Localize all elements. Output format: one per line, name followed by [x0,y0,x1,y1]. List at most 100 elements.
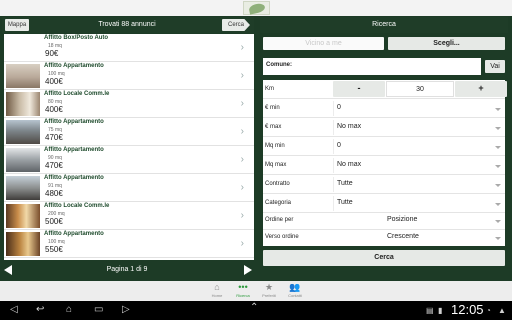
field-value: Crescente [387,233,419,240]
sort-order-select[interactable]: Verso ordine Crescente [263,230,505,246]
price-min-select[interactable]: € min 0 [263,99,505,118]
search-nav-button[interactable]: Cerca [222,19,250,31]
list-item[interactable]: Affitto Locale Comm.le 200 mq 500€ › [4,202,254,230]
listing-title: Affitto Appartamento [44,147,104,153]
listing-title: Affitto Appartamento [44,63,104,69]
field-value: Tutte [337,199,353,206]
list-item[interactable]: Affitto Appartamento 100 mq 550€ › [4,230,254,258]
listing-title: Affitto Appartamento [44,119,104,125]
field-value: No max [337,161,362,168]
volume-up-icon[interactable]: ▷ [122,304,130,315]
tab-ricerca[interactable]: ••• Ricerca [230,282,256,300]
search-filters-form: Km - 30 + € min 0 € max No max Mq min 0 … [263,80,507,246]
search-submit-button[interactable]: Cerca [263,250,505,266]
field-value: No max [337,123,362,130]
listing-price: 400€ [45,77,63,86]
near-me-button[interactable]: Vicino a me [263,37,384,50]
back-icon[interactable]: ↩ [36,304,44,315]
tab-label: Contatti [288,293,302,298]
listing-photo [6,36,40,60]
listing-photo [6,92,40,116]
dropdown-caret-icon [495,184,501,187]
signal-icon: ▲ [498,306,506,315]
km-row: Km - 30 + [263,80,507,99]
listing-price: 480€ [45,189,63,198]
km-decrease-button[interactable]: - [333,81,385,97]
listing-title: Affitto Locale Comm.le [44,203,110,209]
dropdown-caret-icon [495,108,501,111]
dots-icon: ••• [238,282,248,292]
choose-button[interactable]: Scegli... [388,37,505,50]
area-max-select[interactable]: Mq max No max [263,156,505,175]
dropdown-caret-icon [495,146,501,149]
pagination: Pagina 1 di 9 [2,262,254,278]
map-button[interactable]: Mappa [5,19,29,31]
chevron-right-icon: › [240,126,244,137]
field-label: Categoria [265,200,292,206]
listing-price: 470€ [45,161,63,170]
field-value: Tutte [337,180,353,187]
km-increase-button[interactable]: + [455,81,507,97]
list-item[interactable]: Affitto Appartamento 90 mq 470€ › [4,146,254,174]
search-panel-title: Ricerca [260,17,508,33]
tab-preferiti[interactable]: ★ Preferiti [256,282,282,300]
tab-label: Home [211,293,223,298]
tab-home[interactable]: ⌂ Home [204,282,230,300]
listing-photo [6,148,40,172]
chevron-right-icon: › [240,42,244,53]
chevron-right-icon: › [240,182,244,193]
wifi-icon: ◔ [486,306,491,315]
listing-photo [6,176,40,200]
listing-title: Affitto Locale Comm.le [44,91,110,97]
tab-label: Preferiti [262,293,276,298]
listing-photo [6,64,40,88]
listing-photo [6,204,40,228]
listing-title: Affitto Box/Posto Auto [44,35,109,41]
go-button[interactable]: Vai [485,60,505,73]
list-item[interactable]: Affitto Locale Comm.le 80 mq 400€ › [4,90,254,118]
dropdown-caret-icon [495,220,501,223]
field-value: Posizione [387,216,418,223]
listing-price: 500€ [45,217,63,226]
area-min-select[interactable]: Mq min 0 [263,137,505,156]
people-icon: 👥 [289,282,301,292]
field-label: Contratto [265,181,290,187]
volume-down-icon[interactable]: ◁ [10,304,18,315]
list-item[interactable]: Affitto Box/Posto Auto 18 mq 90€ › [4,34,254,62]
comune-input[interactable] [335,59,477,74]
status-clock: 12:05 [451,302,484,317]
dropdown-caret-icon [495,203,501,206]
listing-photo [6,232,40,256]
results-header: Mappa Trovati 88 annunci Cerca [2,17,254,33]
list-item[interactable]: Affitto Appartamento 100 mq 400€ › [4,62,254,90]
next-page-arrow-icon[interactable] [244,265,252,275]
listing-title: Affitto Appartamento [44,231,104,237]
sd-card-icon: ▤ [426,306,434,315]
tab-contatti[interactable]: 👥 Contatti [282,282,308,300]
listing-price: 90€ [45,49,59,58]
recent-apps-icon[interactable]: ▭ [94,304,103,315]
km-value[interactable]: 30 [386,81,454,97]
sort-by-select[interactable]: Ordine per Posizione [263,211,505,230]
app-logo [243,1,270,15]
dropdown-caret-icon [495,127,501,130]
chevron-right-icon: › [240,210,244,221]
page-indicator: Pagina 1 di 9 [106,266,148,273]
list-item[interactable]: Affitto Appartamento 91 mq 480€ › [4,174,254,202]
previous-page-arrow-icon[interactable] [4,265,12,275]
listing-photo [6,120,40,144]
listing-price: 470€ [45,133,63,142]
field-value: 0 [337,142,341,149]
listings-list: Affitto Box/Posto Auto 18 mq 90€ › Affit… [4,34,254,260]
chevron-up-icon[interactable]: ⌃ [250,302,258,313]
star-icon: ★ [264,282,274,292]
tab-label: Ricerca [236,293,250,298]
listing-price: 400€ [45,105,63,114]
contract-select[interactable]: Contratto Tutte [263,175,505,194]
field-label: Ordine per [265,217,294,223]
home-icon[interactable]: ⌂ [66,304,72,315]
list-item[interactable]: Affitto Appartamento 75 mq 470€ › [4,118,254,146]
field-label: Mq min [265,143,285,149]
field-label: € max [265,124,282,130]
price-max-select[interactable]: € max No max [263,118,505,137]
